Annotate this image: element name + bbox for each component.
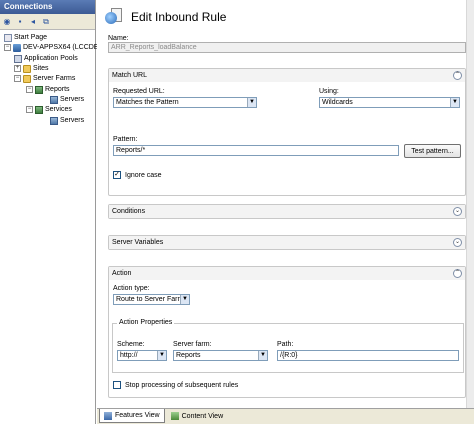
tab-content-view[interactable]: Content View [167, 409, 228, 423]
using-label: Using: [319, 88, 339, 95]
server-farm-value: Reports [176, 352, 201, 359]
expand-icon[interactable]: ⌄ [453, 207, 462, 216]
match-url-title: Match URL [112, 72, 148, 79]
server-variables-section: Server Variables ⌄ [108, 235, 466, 250]
collapse-icon[interactable]: ⌃ [453, 269, 462, 278]
using-value: Wildcards [322, 99, 353, 106]
stop-processing-checkbox[interactable] [113, 381, 121, 389]
action-type-label: Action type: [113, 285, 150, 292]
tree-item-label: Sites [33, 65, 49, 72]
check-mark-icon: ✓ [114, 171, 120, 178]
requested-url-value: Matches the Pattern [116, 99, 179, 106]
collapse-icon[interactable]: − [26, 86, 33, 93]
page-header: Edit Inbound Rule [97, 0, 474, 34]
stop-processing-label: Stop processing of subsequent rules [125, 382, 239, 389]
ignore-case-label: Ignore case [125, 172, 162, 179]
conditions-header[interactable]: Conditions ⌄ [109, 205, 465, 218]
tree-item-label: DEV-APPSX64 (LCCDE [23, 44, 99, 51]
collapse-icon[interactable]: ⌃ [453, 71, 462, 80]
tree-item-label: Servers [60, 96, 85, 103]
tree-item-label: Server Farms [33, 75, 76, 82]
using-select[interactable]: Wildcards ▼ [319, 97, 460, 108]
tree-item-label: Services [45, 106, 72, 113]
server-variables-header[interactable]: Server Variables ⌄ [109, 236, 465, 249]
path-label: Path: [277, 341, 294, 348]
start-page-icon [4, 33, 12, 42]
pattern-input[interactable]: Reports/* [113, 145, 399, 156]
match-url-header[interactable]: Match URL ⌃ [109, 69, 465, 82]
scheme-value: http:// [120, 352, 138, 359]
server-farm-select[interactable]: Reports ▼ [173, 350, 268, 361]
action-properties-title: Action Properties [117, 319, 175, 326]
expand-icon[interactable]: ⌄ [453, 238, 462, 247]
server-farms-icon [23, 74, 31, 83]
tree-item-label: Start Page [14, 34, 48, 41]
tree-item-label: Reports [45, 86, 70, 93]
requested-url-label: Requested URL: [113, 88, 165, 95]
dropdown-arrow-icon: ▼ [180, 295, 189, 304]
expand-icon[interactable]: + [14, 65, 21, 72]
back-icon[interactable]: ◂ [28, 17, 38, 27]
scheme-select[interactable]: http:// ▼ [117, 350, 167, 361]
view-tabs: Features View Content View [97, 408, 474, 424]
tab-label: Features View [115, 412, 160, 419]
dropdown-arrow-icon: ▼ [258, 351, 267, 360]
server-farm-icon [35, 105, 43, 114]
inbound-rule-icon [105, 8, 123, 26]
action-type-value: Route to Server Farm [116, 296, 184, 303]
tree-item[interactable]: Servers [50, 115, 84, 126]
action-title: Action [112, 270, 132, 277]
connections-icon[interactable]: ⧉ [41, 17, 51, 27]
dropdown-arrow-icon: ▼ [450, 98, 459, 107]
application-pools-icon [14, 54, 22, 63]
pattern-label: Pattern: [113, 136, 138, 143]
tree-item[interactable]: − Services [26, 104, 72, 115]
test-pattern-button[interactable]: Test pattern... [404, 144, 461, 158]
server-farm-icon [35, 85, 43, 94]
connect-icon[interactable]: ◉ [2, 17, 12, 27]
action-properties-group [112, 323, 464, 373]
requested-url-select[interactable]: Matches the Pattern ▼ [113, 97, 257, 108]
collapse-icon[interactable]: − [26, 106, 33, 113]
dropdown-arrow-icon: ▼ [157, 351, 166, 360]
action-header[interactable]: Action ⌃ [109, 267, 465, 280]
conditions-section: Conditions ⌄ [108, 204, 466, 219]
servers-icon [50, 95, 58, 104]
ignore-case-checkbox[interactable]: ✓ [113, 171, 121, 179]
name-label: Name: [108, 35, 129, 42]
server-farm-label: Server farm: [173, 341, 212, 348]
connections-toolbar: ◉ ▪ ◂ ⧉ [0, 14, 95, 30]
connections-title: Connections [0, 0, 95, 14]
tree-item[interactable]: − DEV-APPSX64 (LCCDE [4, 42, 98, 53]
path-input[interactable]: /{R:0} [277, 350, 459, 361]
connections-pane: Connections ◉ ▪ ◂ ⧉ Start Page − DEV-APPSX… [0, 0, 98, 424]
tree-item[interactable]: − Server Farms [14, 73, 75, 84]
tree-item-label: Application Pools [24, 55, 78, 62]
page-title: Edit Inbound Rule [131, 10, 227, 24]
conditions-title: Conditions [112, 208, 146, 215]
tree-item-label: Servers [60, 117, 85, 124]
name-field[interactable]: ARR_Reports_loadBalance [108, 42, 466, 53]
servers-icon [50, 116, 58, 125]
vertical-scrollbar[interactable] [466, 0, 474, 408]
server-variables-title: Server Variables [112, 239, 164, 246]
sites-folder-icon [23, 64, 31, 73]
collapse-icon[interactable]: − [14, 75, 21, 82]
server-icon [13, 43, 21, 52]
scheme-label: Scheme: [117, 341, 145, 348]
tab-features-view[interactable]: Features View [99, 409, 165, 423]
tab-label: Content View [181, 412, 224, 420]
action-type-select[interactable]: Route to Server Farm ▼ [113, 294, 190, 305]
collapse-icon[interactable]: − [4, 44, 11, 51]
content-view-icon [170, 412, 179, 420]
features-view-icon [104, 411, 112, 420]
dropdown-arrow-icon: ▼ [247, 98, 256, 107]
save-icon[interactable]: ▪ [15, 17, 25, 27]
